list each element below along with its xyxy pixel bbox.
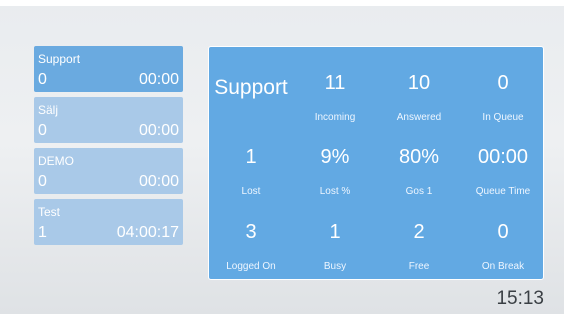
queue-item-salj[interactable]: Sälj 0 00:00 [34, 97, 183, 143]
queue-count: 0 [38, 122, 47, 139]
top-frame-bar [0, 0, 564, 6]
queue-name: Test [38, 205, 61, 219]
queue-time: 00:00 [138, 71, 179, 88]
stat-label: On Break [481, 261, 525, 272]
queue-time: 00:00 [138, 173, 179, 190]
stat-value: 9% [320, 146, 350, 168]
queue-item-demo[interactable]: DEMO 0 00:00 [34, 148, 183, 194]
stat-on-break: 0 On Break [461, 220, 545, 273]
queue-count: 0 [38, 173, 47, 190]
clock: 15:13 [496, 288, 544, 309]
stat-queue-time: 00:00 Queue Time [461, 145, 545, 198]
stat-label: Busy [323, 261, 347, 272]
stat-label: Logged On [226, 261, 276, 272]
queue-item-test[interactable]: Test 1 04:00:17 [34, 199, 183, 245]
stat-value: 2 [413, 221, 425, 243]
queue-name: DEMO [38, 154, 74, 168]
stat-lost: 1 Lost [209, 145, 293, 198]
stat-logged-on: 3 Logged On [209, 220, 293, 273]
queue-name: Support [38, 52, 81, 66]
queue-list: Support 0 00:00 Sälj 0 00:00 DEMO 0 00:0… [34, 46, 183, 250]
stat-label: Free [408, 261, 430, 272]
stat-label: Incoming [314, 112, 356, 123]
stat-lost-percent: 9% Lost % [293, 145, 377, 198]
stat-free: 2 Free [377, 220, 461, 273]
stat-answered: 10 Answered [377, 71, 461, 124]
stat-label: Answered [396, 112, 442, 123]
stat-label: Queue Time [475, 186, 531, 197]
stat-label: Lost [241, 186, 261, 197]
stat-label: Gos 1 [405, 186, 433, 197]
stat-label: In Queue [482, 112, 524, 123]
stat-value: 0 [497, 221, 509, 243]
stat-value: 00:00 [477, 146, 529, 168]
stat-value: 0 [497, 72, 509, 94]
stat-label: Lost % [319, 186, 351, 197]
stat-value: 10 [407, 72, 431, 94]
queue-detail-panel: Support 11 Incoming 10 Answered 0 In Que… [208, 46, 544, 280]
stat-value: 1 [245, 146, 257, 168]
stat-gos: 80% Gos 1 [377, 145, 461, 198]
queue-time: 00:00 [138, 122, 179, 139]
queue-item-support[interactable]: Support 0 00:00 [34, 46, 183, 92]
stat-value: 3 [245, 221, 257, 243]
stat-incoming: 11 Incoming [293, 71, 377, 124]
panel-title: Support [214, 76, 288, 99]
queue-time: 04:00:17 [116, 224, 179, 241]
stat-value: 80% [398, 146, 440, 168]
queue-count: 1 [38, 224, 47, 241]
stat-in-queue: 0 In Queue [461, 71, 545, 124]
stat-busy: 1 Busy [293, 220, 377, 273]
stat-value: 1 [329, 221, 341, 243]
stat-value: 11 [324, 72, 346, 94]
queue-name: Sälj [38, 103, 59, 117]
queue-count: 0 [38, 71, 47, 88]
